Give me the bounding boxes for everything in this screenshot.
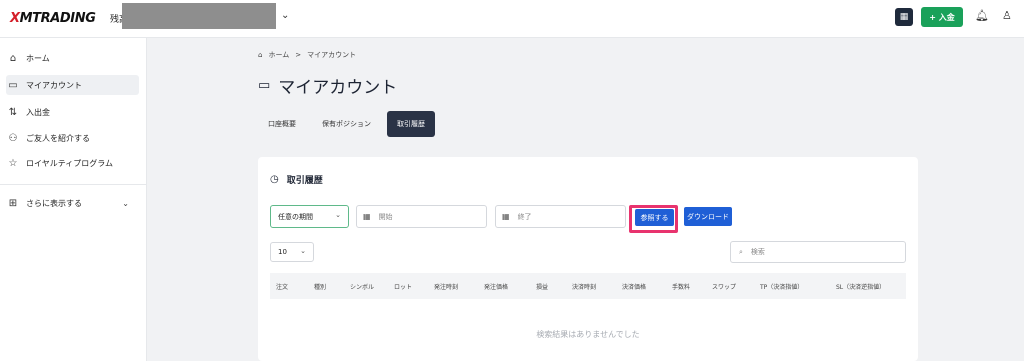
search-placeholder: 検索 [750, 248, 765, 256]
column-header[interactable]: 手数料 [672, 282, 690, 291]
page-size-value: 10 [278, 248, 287, 256]
column-header[interactable]: 決済時刻 [572, 282, 596, 291]
card-title: ◷ 取引履歴 [270, 173, 323, 186]
column-header[interactable]: SL（決済逆指値） [836, 282, 885, 291]
clock-icon: ◷ [270, 174, 279, 185]
end-date-input[interactable]: ▦ 終了 [495, 205, 626, 228]
account-tabs: 口座概要 保有ポジション 取引履歴 [258, 111, 435, 137]
column-header[interactable]: シンボル [350, 282, 374, 291]
column-header[interactable]: 注文 [276, 282, 288, 291]
reference-button[interactable]: 参照する [635, 209, 674, 226]
column-header[interactable]: スワップ [712, 282, 736, 291]
star-icon: ☆ [8, 157, 18, 169]
start-date-placeholder: 開始 [378, 212, 393, 221]
sidebar-item-label: ロイヤルティプログラム [26, 158, 114, 168]
column-header[interactable]: 発注価格 [484, 282, 508, 291]
tab-trade-history[interactable]: 取引履歴 [387, 111, 435, 137]
sidebar-item-home[interactable]: ⌂ ホーム [6, 48, 139, 68]
period-select-value: 任意の期間 [278, 212, 313, 221]
breadcrumb-separator: > [295, 51, 302, 59]
table-header: 注文 種別 シンボル ロット 発注時刻 発注価格 損益 決済時刻 決済価格 手数… [270, 273, 906, 299]
search-input[interactable]: ⌕ 検索 [730, 241, 906, 263]
sidebar-item-deposit-withdraw[interactable]: ⇅ 入出金 [6, 102, 139, 122]
column-header[interactable]: TP（決済指値） [760, 282, 803, 291]
column-header[interactable]: ロット [394, 282, 412, 291]
tab-open-positions[interactable]: 保有ポジション [312, 111, 381, 137]
breadcrumb: ⌂ ホーム > マイアカウント [258, 50, 356, 60]
calendar-icon: ▦ [502, 212, 510, 221]
sidebar-item-show-more[interactable]: ⊞ さらに表示する ⌄ [6, 193, 139, 213]
end-date-placeholder: 終了 [517, 212, 532, 221]
breadcrumb-current: マイアカウント [307, 51, 357, 59]
chevron-down-icon: ⌄ [335, 211, 341, 219]
sidebar-item-label: マイアカウント [26, 80, 82, 90]
sidebar-divider [0, 184, 147, 185]
page-size-select[interactable]: 10 ⌄ [270, 242, 314, 262]
column-header[interactable]: 決済価格 [622, 282, 646, 291]
page-title-text: マイアカウント [278, 78, 398, 98]
card-icon: ▭ [8, 79, 18, 91]
home-icon[interactable]: ⌂ [258, 51, 262, 59]
search-icon: ⌕ [739, 247, 743, 256]
period-select[interactable]: 任意の期間 ⌄ [270, 205, 349, 228]
breadcrumb-home[interactable]: ホーム [268, 50, 289, 60]
qr-icon[interactable]: ▦ [895, 8, 913, 26]
sidebar-item-label: 入出金 [26, 107, 50, 117]
download-button[interactable]: ダウンロード [684, 207, 732, 226]
sidebar-item-loyalty[interactable]: ☆ ロイヤルティプログラム [6, 153, 139, 173]
xm-logo[interactable]: XMTRADING [10, 11, 96, 26]
sidebar-item-label: さらに表示する [26, 198, 82, 208]
sidebar-item-refer-friend[interactable]: ⚇ ご友人を紹介する [6, 128, 139, 148]
transfer-icon: ⇅ [8, 106, 18, 118]
tab-account-overview[interactable]: 口座概要 [258, 111, 306, 137]
chevron-down-icon: ⌄ [300, 247, 306, 255]
sidebar-item-my-account[interactable]: ▭ マイアカウント [6, 75, 139, 95]
trade-history-card: ◷ 取引履歴 任意の期間 ⌄ ▦ 開始 ▦ 終了 参照する ダウンロード 10 … [258, 157, 918, 361]
sidebar: ⌂ ホーム ▭ マイアカウント ⇅ 入出金 ⚇ ご友人を紹介する ☆ ロイヤルテ… [0, 38, 147, 361]
calendar-icon: ▦ [363, 212, 371, 221]
grid-icon: ⊞ [8, 197, 18, 209]
sidebar-item-label: ご友人を紹介する [26, 133, 90, 143]
logo-x: X [10, 11, 20, 26]
redacted-balance [122, 3, 276, 29]
card-title-text: 取引履歴 [286, 176, 323, 186]
logo-text: MTRADING [19, 11, 96, 26]
start-date-input[interactable]: ▦ 開始 [356, 205, 487, 228]
bell-icon[interactable]: 🔔︎ [975, 9, 989, 22]
sidebar-item-label: ホーム [26, 53, 50, 63]
column-header[interactable]: 損益 [536, 282, 548, 291]
refer-icon: ⚇ [8, 132, 18, 144]
user-icon[interactable]: ♙ [1002, 9, 1012, 22]
column-header[interactable]: 発注時刻 [434, 282, 458, 291]
page-title: ▭ マイアカウント [258, 73, 397, 98]
home-icon: ⌂ [9, 52, 17, 64]
deposit-button[interactable]: + 入金 [921, 7, 963, 27]
column-header[interactable]: 種別 [314, 282, 326, 291]
card-icon: ▭ [258, 78, 271, 93]
empty-state-message: 検索結果はありませんでした [536, 330, 640, 339]
chevron-down-icon: ⌄ [122, 198, 129, 208]
top-header: XMTRADING 残高 ⌄ ▦ + 入金 🔔︎ ♙ [0, 0, 1024, 38]
account-switch-chevron-icon[interactable]: ⌄ [281, 10, 289, 21]
